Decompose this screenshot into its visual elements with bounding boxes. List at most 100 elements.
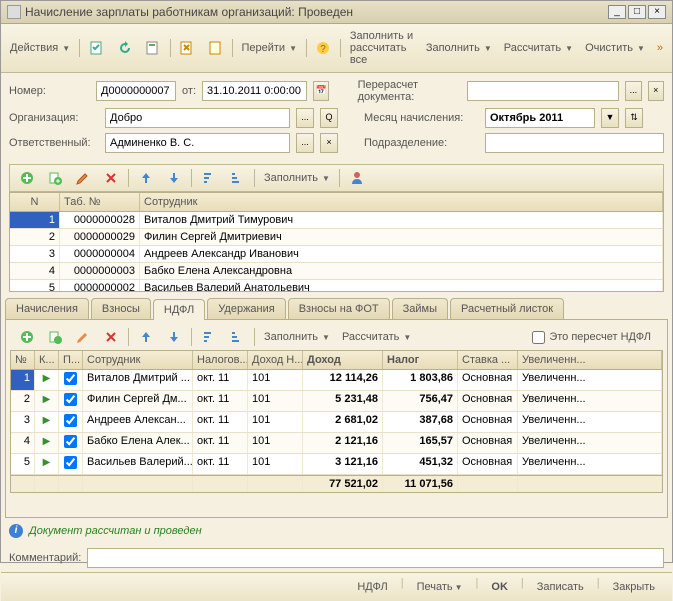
delete-icon[interactable] (98, 326, 124, 348)
col-income[interactable]: Доход (303, 351, 383, 369)
checkbox-cell[interactable] (59, 412, 83, 432)
org-field[interactable] (105, 108, 290, 128)
add-copy-icon[interactable] (42, 167, 68, 189)
clear-icon[interactable]: × (648, 81, 664, 101)
fill-menu-3[interactable]: Заполнить▼ (259, 328, 335, 346)
fill-menu[interactable]: Заполнить▼ (421, 39, 497, 57)
table-row[interactable]: 3▶Андреев Алексан...окт. 111012 681,0238… (11, 412, 662, 433)
tab-deductions[interactable]: Удержания (207, 298, 285, 319)
table-row[interactable]: 30000000004Андреев Александр Иванович (10, 246, 663, 263)
select-icon[interactable]: ... (296, 133, 314, 153)
more-icon[interactable]: » (652, 39, 668, 57)
col-inc[interactable]: Увеличенн... (518, 351, 662, 369)
table-row[interactable]: 4▶Бабко Елена Алек...окт. 111012 121,161… (11, 433, 662, 454)
col-rate[interactable]: Ставка ... (458, 351, 518, 369)
cell-emp: Филин Сергей Дмитриевич (140, 229, 663, 245)
tab-fot[interactable]: Взносы на ФОТ (288, 298, 390, 319)
minimize-button[interactable]: _ (608, 5, 626, 19)
maximize-button[interactable]: □ (628, 5, 646, 19)
sort-asc-icon[interactable] (196, 167, 222, 189)
clear-menu[interactable]: Очистить▼ (580, 39, 650, 57)
tab-contributions[interactable]: Взносы (91, 298, 151, 319)
post2-icon[interactable] (202, 37, 228, 59)
delete-icon[interactable] (98, 167, 124, 189)
ndfl-button[interactable]: НДФЛ (348, 577, 396, 597)
move-down-icon[interactable] (161, 167, 187, 189)
refresh-icon[interactable] (112, 37, 138, 59)
add-copy-icon[interactable] (42, 326, 68, 348)
col-tab[interactable]: Таб. № (60, 193, 140, 211)
spinner-icon[interactable]: ⇅ (625, 108, 643, 128)
close-button[interactable]: × (648, 5, 666, 19)
date-field[interactable] (202, 81, 307, 101)
post-icon[interactable] (84, 37, 110, 59)
col-tax[interactable]: Налог (383, 351, 458, 369)
fill-menu-2[interactable]: Заполнить▼ (259, 169, 335, 187)
add-icon[interactable] (14, 167, 40, 189)
col-n2[interactable]: № (11, 351, 35, 369)
dept-field[interactable] (485, 133, 664, 153)
help-icon[interactable]: ? (310, 37, 336, 59)
checkbox-cell[interactable] (59, 433, 83, 453)
recalc-checkbox-label[interactable]: Это пересчет НДФЛ (532, 331, 659, 344)
move-up-icon[interactable] (133, 326, 159, 348)
goto-menu[interactable]: Перейти▼ (236, 39, 302, 57)
table-row[interactable]: 40000000003Бабко Елена Александровна (10, 263, 663, 280)
col-k[interactable]: К... (35, 351, 59, 369)
cell-inc: Увеличенн... (518, 370, 662, 390)
tab-ndfl[interactable]: НДФЛ (153, 299, 205, 320)
comment-field[interactable] (87, 548, 664, 568)
move-down-icon[interactable] (161, 326, 187, 348)
table-row[interactable]: 2▶Филин Сергей Дм...окт. 111015 231,4875… (11, 391, 662, 412)
edit-icon[interactable] (70, 326, 96, 348)
table-row[interactable]: 20000000029Филин Сергей Дмитриевич (10, 229, 663, 246)
clear-icon[interactable]: × (320, 133, 338, 153)
move-up-icon[interactable] (133, 167, 159, 189)
checkbox-cell[interactable] (59, 391, 83, 411)
actions-menu[interactable]: Действия▼ (5, 39, 75, 57)
select-icon[interactable]: ... (296, 108, 314, 128)
col-code[interactable]: Доход Н... (248, 351, 303, 369)
save-button[interactable]: Записать (528, 577, 593, 597)
sort-asc-icon[interactable] (196, 326, 222, 348)
table-row[interactable]: 50000000002Васильев Валерий Анатольевич (10, 280, 663, 292)
person-icon[interactable] (344, 167, 370, 189)
bottom-bar: НДФЛ | Печать▼ | OK | Записать | Закрыть (1, 572, 672, 601)
sort-desc-icon[interactable] (224, 167, 250, 189)
number-field[interactable] (96, 81, 176, 101)
table-row[interactable]: 1▶Виталов Дмитрий ...окт. 1110112 114,26… (11, 370, 662, 391)
resp-field[interactable] (105, 133, 290, 153)
tab-payslip[interactable]: Расчетный листок (450, 298, 564, 319)
dropdown-icon[interactable]: ▼ (601, 108, 619, 128)
col-emp2[interactable]: Сотрудник (83, 351, 193, 369)
calc-menu[interactable]: Рассчитать▼ (499, 39, 578, 57)
checkbox-cell[interactable] (59, 454, 83, 474)
ok-button[interactable]: OK (482, 577, 517, 597)
cell-rate: Основная (458, 454, 518, 474)
table-row[interactable]: 10000000028Виталов Дмитрий Тимурович (10, 212, 663, 229)
col-emp[interactable]: Сотрудник (140, 193, 663, 211)
calc-menu-3[interactable]: Рассчитать▼ (337, 328, 416, 346)
print-menu[interactable]: Печать▼ (408, 577, 472, 597)
table-row[interactable]: 5▶Васильев Валерий...окт. 111013 121,164… (11, 454, 662, 475)
add-icon[interactable] (14, 326, 40, 348)
sort-desc-icon[interactable] (224, 326, 250, 348)
recalc-checkbox[interactable] (532, 331, 545, 344)
calendar-icon[interactable]: 📅 (313, 81, 329, 101)
col-period[interactable]: Налогов... (193, 351, 248, 369)
edit-icon[interactable] (70, 167, 96, 189)
tab-accruals[interactable]: Начисления (5, 298, 89, 319)
dept-label: Подразделение: (364, 137, 479, 149)
recalc-field[interactable] (467, 81, 619, 101)
month-field[interactable] (485, 108, 595, 128)
structure-icon[interactable] (140, 37, 166, 59)
open-icon[interactable]: Q (320, 108, 338, 128)
select-icon[interactable]: ... (625, 81, 641, 101)
fill-calc-all-button[interactable]: Заполнить и рассчитать все (345, 27, 419, 69)
checkbox-cell[interactable] (59, 370, 83, 390)
close-button-2[interactable]: Закрыть (604, 577, 664, 597)
col-p[interactable]: П... (59, 351, 83, 369)
tab-loans[interactable]: Займы (392, 298, 448, 319)
col-n[interactable]: N (10, 193, 60, 211)
unpost-icon[interactable] (174, 37, 200, 59)
